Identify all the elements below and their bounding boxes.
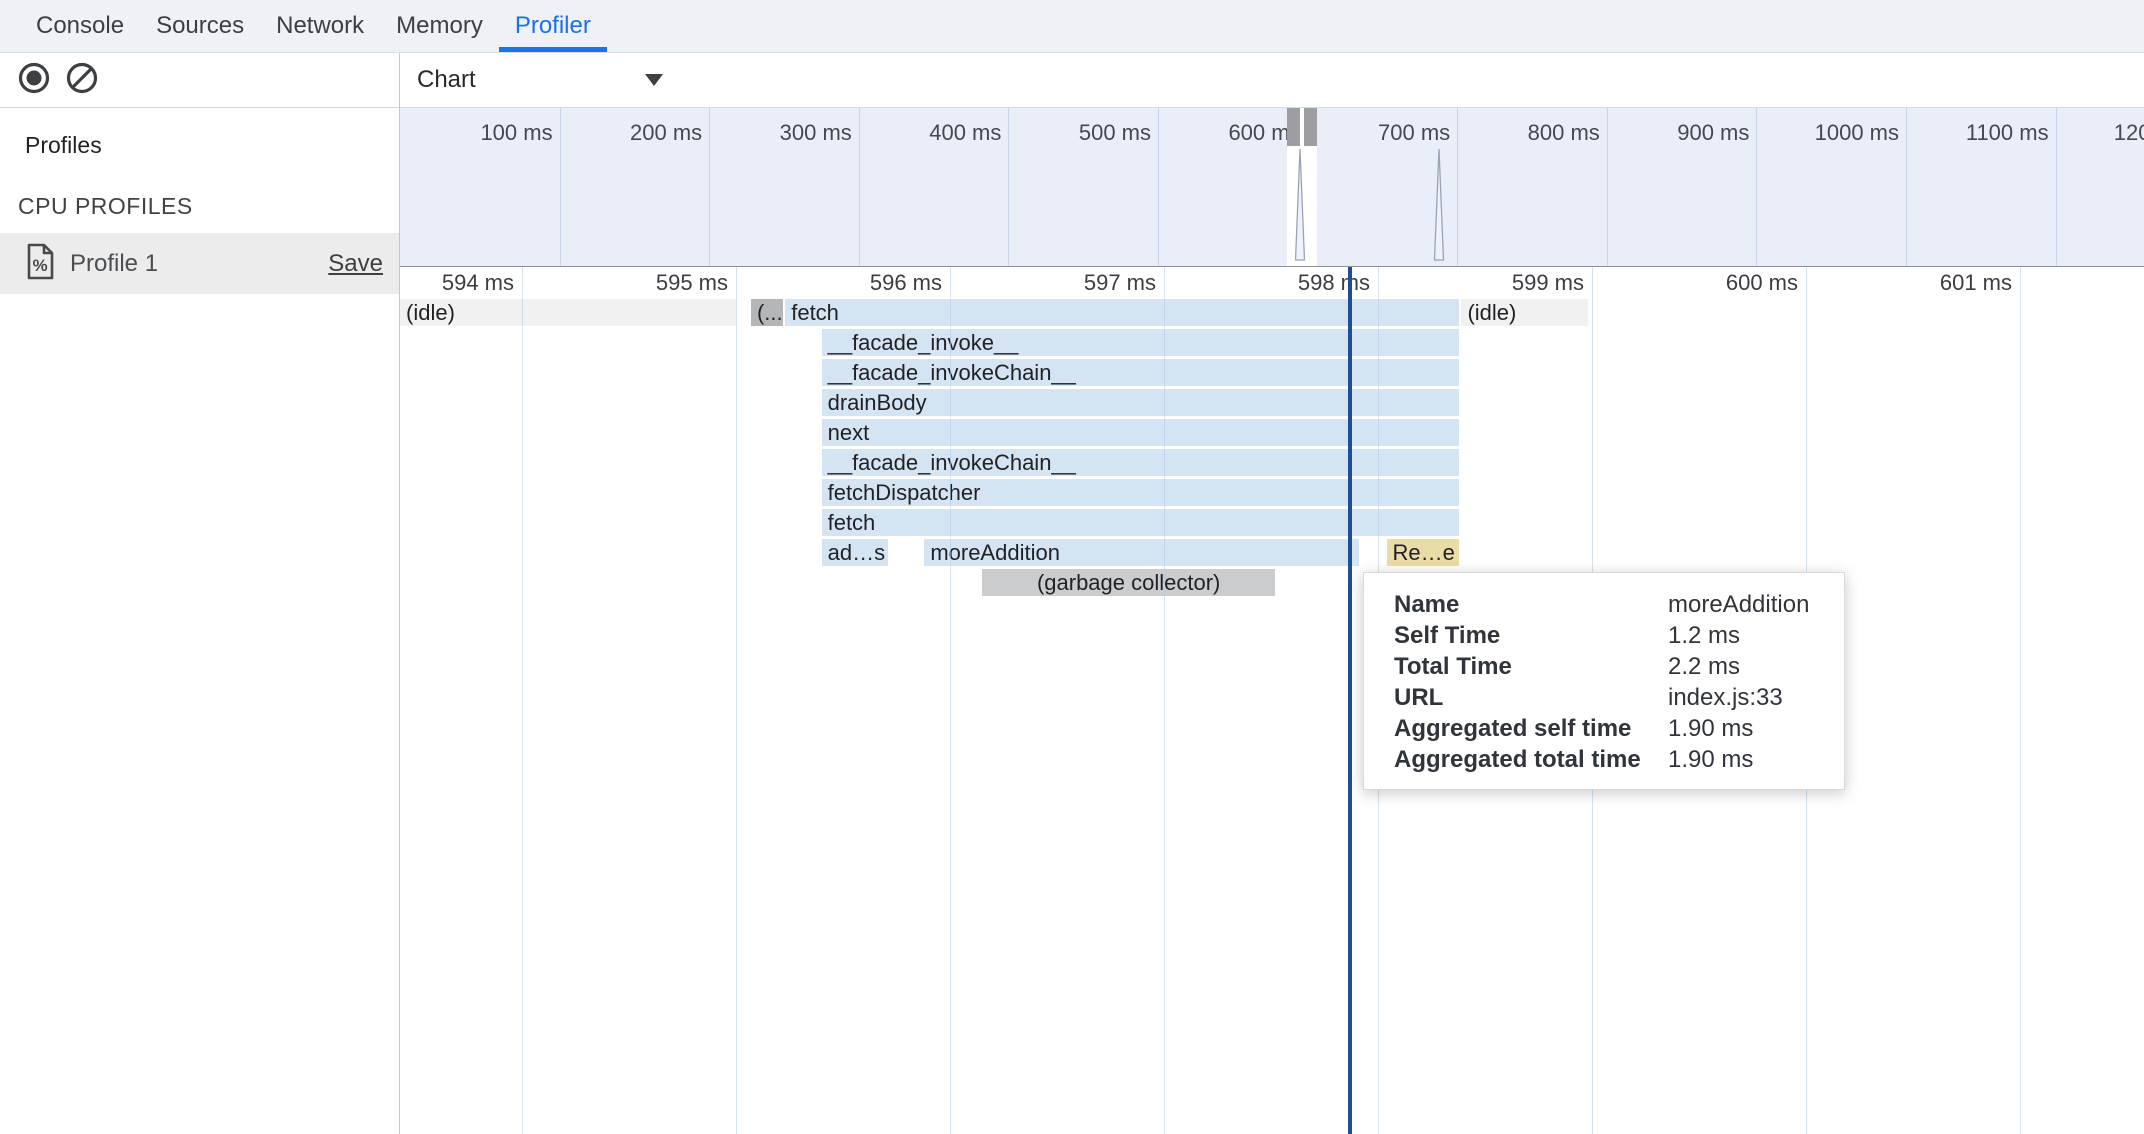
flame-frame[interactable]: fetch (785, 299, 1459, 326)
current-time-marker (1348, 267, 1352, 1134)
devtools-tabbar: Console Sources Network Memory Profiler (0, 0, 2144, 53)
overview-tick-label: 600 ms (1151, 120, 1301, 146)
detail-gridline (736, 267, 737, 1134)
profiles-sidebar: Profiles CPU PROFILES % Profile 1 Save (0, 53, 400, 1134)
flame-frame[interactable]: __facade_invokeChain__ (822, 449, 1460, 476)
overview-tick-label: 1100 ms (1899, 120, 2049, 146)
detail-gridline (950, 267, 951, 1134)
tooltip-value: index.js:33 (1668, 682, 1783, 713)
flame-frame[interactable]: (idle) (1461, 299, 1587, 326)
svg-text:%: % (33, 256, 48, 275)
ruler-tick-label: 599 ms (1434, 270, 1584, 296)
flame-frame[interactable]: Re…e (1387, 539, 1460, 566)
tab-profiler[interactable]: Profiler (499, 0, 607, 52)
ruler-tick-label: 595 ms (578, 270, 728, 296)
overview-tick-label: 200 ms (552, 120, 702, 146)
selection-handle-left[interactable] (1287, 108, 1300, 146)
save-profile-link[interactable]: Save (328, 250, 383, 278)
tab-label: Console (36, 12, 124, 40)
overview-tick-label: 900 ms (1599, 120, 1749, 146)
view-mode-select[interactable]: Chart (417, 66, 663, 94)
tooltip-row: Total Time 2.2 ms (1394, 651, 1844, 682)
clear-icon (65, 61, 99, 100)
tooltip-label: Aggregated total time (1394, 744, 1668, 775)
tooltip-label: URL (1394, 682, 1668, 713)
ruler-tick-label: 601 ms (1862, 270, 2012, 296)
detail-gridline (522, 267, 523, 1134)
flame-frame[interactable]: (... (751, 299, 783, 326)
tooltip-row: Self Time 1.2 ms (1394, 620, 1844, 651)
tooltip-row: Aggregated total time 1.90 ms (1394, 744, 1844, 775)
profiles-heading: Profiles (25, 132, 399, 159)
tooltip-row: URL index.js:33 (1394, 682, 1844, 713)
tooltip-label: Name (1394, 589, 1668, 620)
tab-label: Profiler (515, 12, 591, 40)
frame-tooltip: Name moreAddition Self Time 1.2 ms Total… (1363, 572, 1845, 790)
flame-frame[interactable]: __facade_invoke__ (822, 329, 1460, 356)
tooltip-value: 1.90 ms (1668, 744, 1753, 775)
cpu-profiles-section-label: CPU PROFILES (18, 193, 399, 220)
ruler-tick-label: 597 ms (1006, 270, 1156, 296)
flame-frame[interactable]: drainBody (822, 389, 1460, 416)
detail-gridline (1164, 267, 1165, 1134)
tooltip-label: Aggregated self time (1394, 713, 1668, 744)
overview-tick-label: 400 ms (851, 120, 1001, 146)
tooltip-value: 2.2 ms (1668, 651, 1740, 682)
ruler-tick-label: 600 ms (1648, 270, 1798, 296)
flame-frame[interactable]: fetch (822, 509, 1460, 536)
tooltip-value: moreAddition (1668, 589, 1809, 620)
flame-frame[interactable]: (garbage collector) (982, 569, 1275, 596)
flame-frame[interactable]: fetchDispatcher (822, 479, 1460, 506)
profile-list-item[interactable]: % Profile 1 Save (0, 233, 399, 294)
tooltip-row: Name moreAddition (1394, 589, 1844, 620)
record-button[interactable] (16, 62, 52, 98)
flame-frame[interactable]: (idle) (400, 299, 736, 326)
chart-view-toolbar: Chart (400, 53, 2144, 107)
overview-tick-label: 100 ms (403, 120, 553, 146)
overview-tick-label: 500 ms (1001, 120, 1151, 146)
flame-frame[interactable]: moreAddition (924, 539, 1358, 566)
tab-console[interactable]: Console (20, 0, 140, 52)
overview-timeline[interactable]: 100 ms200 ms300 ms400 ms500 ms600 ms700 … (400, 107, 2144, 267)
profiler-toolbar (0, 53, 399, 108)
ruler-tick-label: 594 ms (400, 270, 514, 296)
cpu-activity-spike (1292, 148, 1308, 266)
profiler-main-panel: Chart 100 ms200 ms300 ms400 ms500 ms600 … (400, 53, 2144, 1134)
detail-time-ruler[interactable]: 594 ms595 ms596 ms597 ms598 ms599 ms600 … (400, 267, 2144, 298)
record-icon (17, 61, 51, 100)
flame-frame[interactable]: ad…s (822, 539, 888, 566)
tooltip-value: 1.2 ms (1668, 620, 1740, 651)
overview-tick-label: 700 ms (1300, 120, 1450, 146)
overview-tick-label: 1200 ms (2048, 120, 2144, 146)
ruler-tick-label: 596 ms (792, 270, 942, 296)
flame-frame[interactable]: __facade_invokeChain__ (822, 359, 1460, 386)
selection-handle-right[interactable] (1304, 108, 1317, 146)
chevron-down-icon (645, 74, 663, 86)
tab-memory[interactable]: Memory (380, 0, 499, 52)
devtools-window: Console Sources Network Memory Profiler (0, 0, 2144, 1134)
profile-name: Profile 1 (70, 250, 158, 278)
overview-tick-label: 800 ms (1450, 120, 1600, 146)
flame-frame[interactable]: next (822, 419, 1460, 446)
flame-chart: 594 ms595 ms596 ms597 ms598 ms599 ms600 … (400, 267, 2144, 1134)
tab-network[interactable]: Network (260, 0, 380, 52)
overview-tick-label: 300 ms (702, 120, 852, 146)
tab-label: Memory (396, 12, 483, 40)
cpu-activity-spike (1431, 148, 1447, 266)
detail-gridline (2020, 267, 2021, 1134)
tooltip-value: 1.90 ms (1668, 713, 1753, 744)
overview-tick-label: 1000 ms (1749, 120, 1899, 146)
view-mode-value: Chart (417, 66, 476, 94)
tab-label: Network (276, 12, 364, 40)
tab-sources[interactable]: Sources (140, 0, 260, 52)
tooltip-label: Self Time (1394, 620, 1668, 651)
clear-button[interactable] (64, 62, 100, 98)
tab-label: Sources (156, 12, 244, 40)
tooltip-label: Total Time (1394, 651, 1668, 682)
tooltip-row: Aggregated self time 1.90 ms (1394, 713, 1844, 744)
profile-document-icon: % (26, 243, 54, 285)
